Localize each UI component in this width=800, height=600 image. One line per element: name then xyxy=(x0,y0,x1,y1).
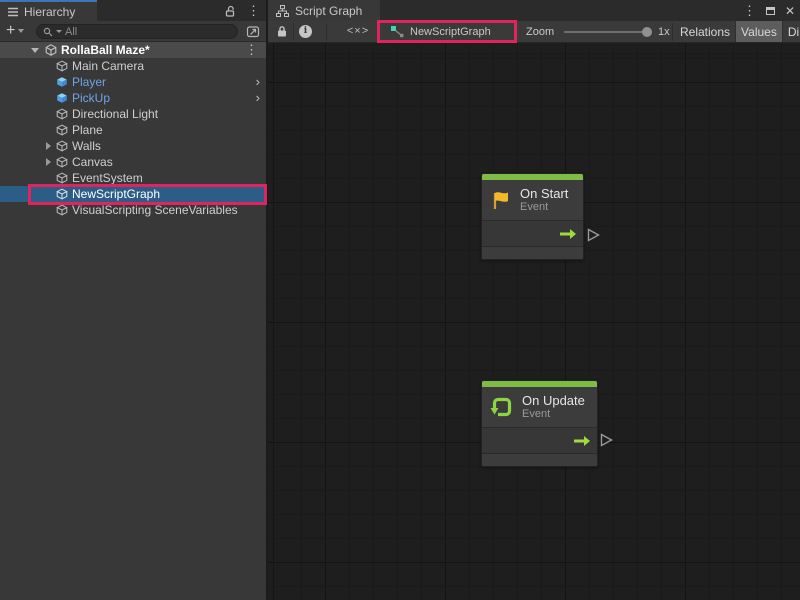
node-footer xyxy=(482,454,597,466)
gameobject-cube-icon xyxy=(56,204,68,216)
prefab-chevron-icon[interactable]: › xyxy=(256,74,260,90)
graph-name-label: NewScriptGraph xyxy=(410,26,491,38)
flow-output-arrow-icon[interactable] xyxy=(559,228,577,240)
zoom-label: Zoom xyxy=(526,26,554,38)
chevron-down-icon xyxy=(18,29,24,33)
node-footer xyxy=(482,247,583,259)
list-item-plane[interactable]: Plane xyxy=(0,122,266,138)
scene-menu-icon[interactable]: ⋮ xyxy=(245,43,258,56)
focus-window-button[interactable] xyxy=(245,24,261,39)
node-on-update[interactable]: On Update Event xyxy=(481,380,598,467)
list-item-canvas[interactable]: Canvas xyxy=(0,154,266,170)
hierarchy-toolbar: + All xyxy=(0,21,266,42)
prefab-cube-icon xyxy=(56,92,68,104)
values-button[interactable]: Values xyxy=(736,21,782,43)
relations-button[interactable]: Relations xyxy=(675,21,735,43)
hierarchy-list: Main Camera Player › PickUp › Directiona… xyxy=(0,58,266,218)
flow-output-arrow-icon[interactable] xyxy=(573,435,591,447)
close-icon[interactable]: ✕ xyxy=(785,5,795,17)
unity-scene-icon xyxy=(45,44,57,56)
tab-script-graph[interactable]: Script Graph xyxy=(268,0,380,21)
item-label: Player xyxy=(72,75,106,89)
hierarchy-tabstrip: Hierarchy ⋮ xyxy=(0,0,266,21)
gameobject-cube-icon xyxy=(56,124,68,136)
scene-header[interactable]: RollaBall Maze* ⋮ xyxy=(0,42,266,58)
flag-icon xyxy=(490,190,512,210)
item-label: Canvas xyxy=(72,155,113,169)
node-title: On Start xyxy=(520,186,568,201)
list-item-eventsystem[interactable]: EventSystem xyxy=(0,170,266,186)
node-on-start[interactable]: On Start Event xyxy=(481,173,584,260)
item-label: Main Camera xyxy=(72,59,144,73)
expand-triangle-icon[interactable] xyxy=(46,158,51,166)
open-window-icon xyxy=(246,25,260,38)
output-port-triangle-icon[interactable] xyxy=(587,228,600,242)
gameobject-cube-icon xyxy=(56,60,68,72)
item-label: Directional Light xyxy=(72,107,158,121)
gameobject-cube-icon xyxy=(56,188,68,200)
scene-name: RollaBall Maze* xyxy=(61,42,150,58)
unity-editor-window: Hierarchy ⋮ + All xyxy=(0,0,800,600)
maximize-icon[interactable] xyxy=(766,7,775,15)
graph-name-breadcrumb[interactable]: NewScriptGraph xyxy=(390,25,491,38)
list-item-pickup[interactable]: PickUp › xyxy=(0,90,266,106)
node-title: On Update xyxy=(522,393,585,408)
prefab-cube-icon xyxy=(56,76,68,88)
variables-toggle[interactable]: <×> xyxy=(334,25,382,37)
item-label: Walls xyxy=(72,139,101,153)
gameobject-cube-icon xyxy=(56,140,68,152)
script-graph-icon xyxy=(276,5,289,17)
item-label: EventSystem xyxy=(72,171,143,185)
list-item-main-camera[interactable]: Main Camera xyxy=(0,58,266,74)
tab-hierarchy[interactable]: Hierarchy xyxy=(0,0,97,21)
item-label: VisualScripting SceneVariables xyxy=(72,203,238,217)
list-item-newscriptgraph[interactable]: NewScriptGraph xyxy=(0,186,266,202)
node-subtitle: Event xyxy=(522,408,585,421)
item-label: NewScriptGraph xyxy=(72,187,160,201)
graph-toolbar: i <×> NewScriptGraph Zoom 1x Relations V… xyxy=(268,21,800,43)
collapse-triangle-icon[interactable] xyxy=(31,48,39,53)
gameobject-cube-icon xyxy=(56,108,68,120)
prefab-chevron-icon[interactable]: › xyxy=(256,90,260,106)
add-object-button[interactable]: + xyxy=(6,22,24,40)
hierarchy-menu-icon[interactable]: ⋮ xyxy=(247,4,260,17)
item-label: PickUp xyxy=(72,91,110,105)
hierarchy-icon xyxy=(7,7,19,17)
loop-icon xyxy=(490,396,514,418)
output-port-triangle-icon[interactable] xyxy=(600,433,613,447)
search-scope-label: All xyxy=(65,26,77,38)
gameobject-cube-icon xyxy=(56,172,68,184)
graph-canvas[interactable]: On Start Event xyxy=(268,43,800,600)
list-item-scenevariables[interactable]: VisualScripting SceneVariables xyxy=(0,202,266,218)
list-item-directional-light[interactable]: Directional Light xyxy=(0,106,266,122)
window-menu-icon[interactable]: ⋮ xyxy=(743,4,756,17)
zoom-value: 1x xyxy=(658,26,670,38)
node-subtitle: Event xyxy=(520,201,568,214)
item-label: Plane xyxy=(72,123,103,137)
hierarchy-tab-label: Hierarchy xyxy=(24,5,75,19)
list-item-walls[interactable]: Walls xyxy=(0,138,266,154)
search-filter-caret-icon xyxy=(56,30,62,33)
graph-asset-icon xyxy=(390,25,404,38)
zoom-slider[interactable] xyxy=(564,31,652,33)
script-graph-tab-label: Script Graph xyxy=(295,4,362,18)
info-icon[interactable]: i xyxy=(299,25,312,38)
search-icon xyxy=(43,27,53,37)
plus-icon: + xyxy=(6,22,15,40)
hierarchy-search-input[interactable]: All xyxy=(36,24,238,39)
zoom-slider-handle[interactable] xyxy=(642,27,652,37)
unlock-icon[interactable] xyxy=(224,5,236,17)
expand-triangle-icon[interactable] xyxy=(46,142,51,150)
dim-button[interactable]: Di xyxy=(783,21,800,43)
lock-icon[interactable] xyxy=(276,25,288,38)
gameobject-cube-icon xyxy=(56,156,68,168)
list-item-player[interactable]: Player › xyxy=(0,74,266,90)
graph-tabstrip: Script Graph ⋮ ✕ xyxy=(268,0,800,21)
